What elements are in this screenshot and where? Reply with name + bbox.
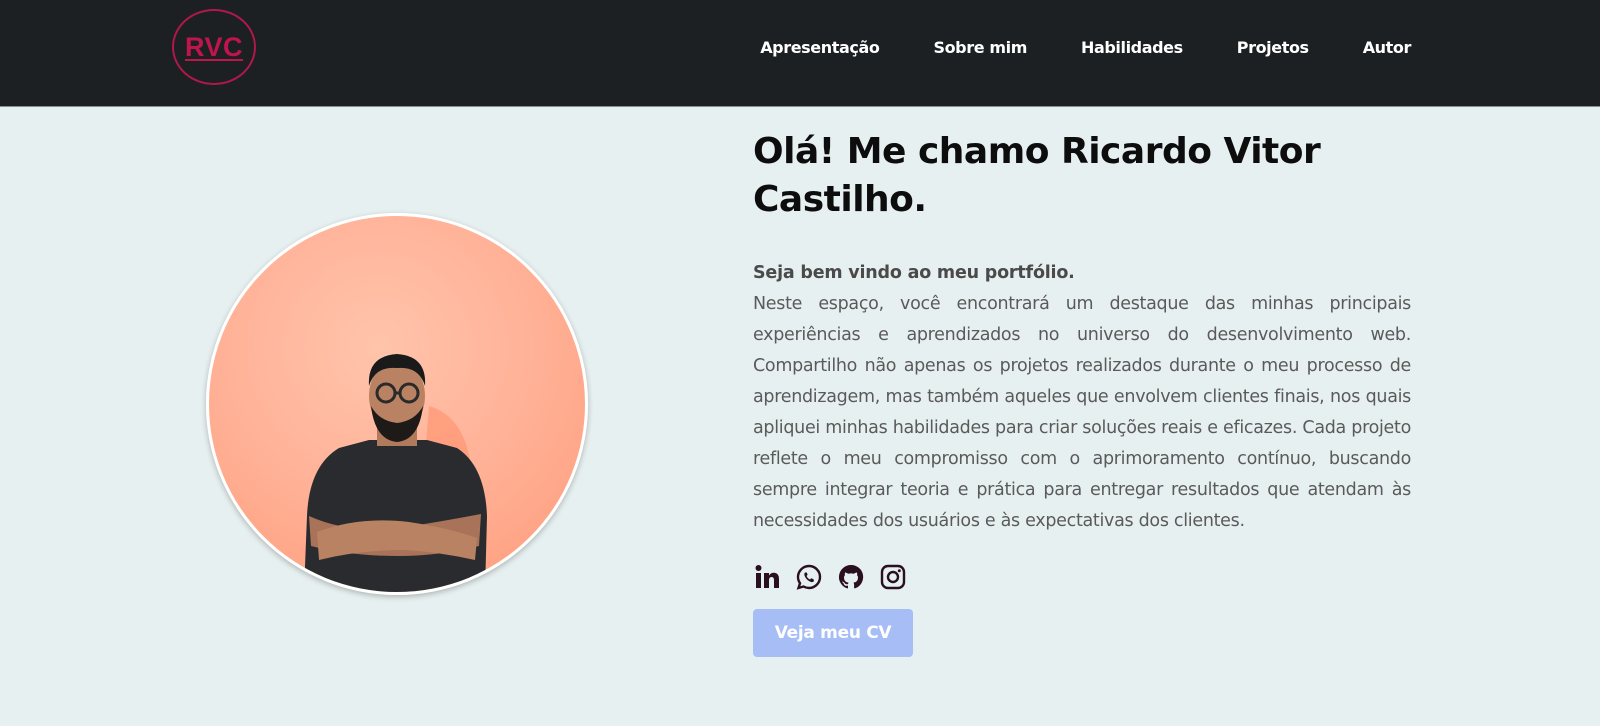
top-navbar: RVC Apresentação Sobre mim Habilidades P… (0, 0, 1600, 107)
cv-button[interactable]: Veja meu CV (753, 609, 913, 657)
main-nav: Apresentação Sobre mim Habilidades Proje… (706, 38, 1411, 57)
profile-photo (206, 213, 588, 595)
nav-item-projetos[interactable]: Projetos (1237, 38, 1309, 57)
hero-content: Olá! Me chamo Ricardo Vitor Castilho. Se… (753, 128, 1411, 657)
instagram-icon[interactable] (879, 563, 907, 591)
nav-item-habilidades[interactable]: Habilidades (1081, 38, 1183, 57)
bio-paragraph: Neste espaço, você encontrará um destaqu… (753, 294, 1411, 531)
nav-item-apresentacao[interactable]: Apresentação (760, 38, 880, 57)
hero-title: Olá! Me chamo Ricardo Vitor Castilho. (753, 131, 1321, 220)
whatsapp-icon[interactable] (795, 563, 823, 591)
logo[interactable]: RVC (172, 9, 256, 85)
linkedin-icon[interactable] (753, 563, 781, 591)
github-icon[interactable] (837, 563, 865, 591)
nav-item-sobre-mim[interactable]: Sobre mim (933, 38, 1027, 57)
welcome-text: Seja bem vindo ao meu portfólio. (753, 263, 1075, 283)
profile-illustration (304, 354, 487, 592)
social-links (753, 563, 1411, 591)
nav-item-autor[interactable]: Autor (1363, 38, 1412, 57)
logo-text: RVC (184, 31, 244, 62)
